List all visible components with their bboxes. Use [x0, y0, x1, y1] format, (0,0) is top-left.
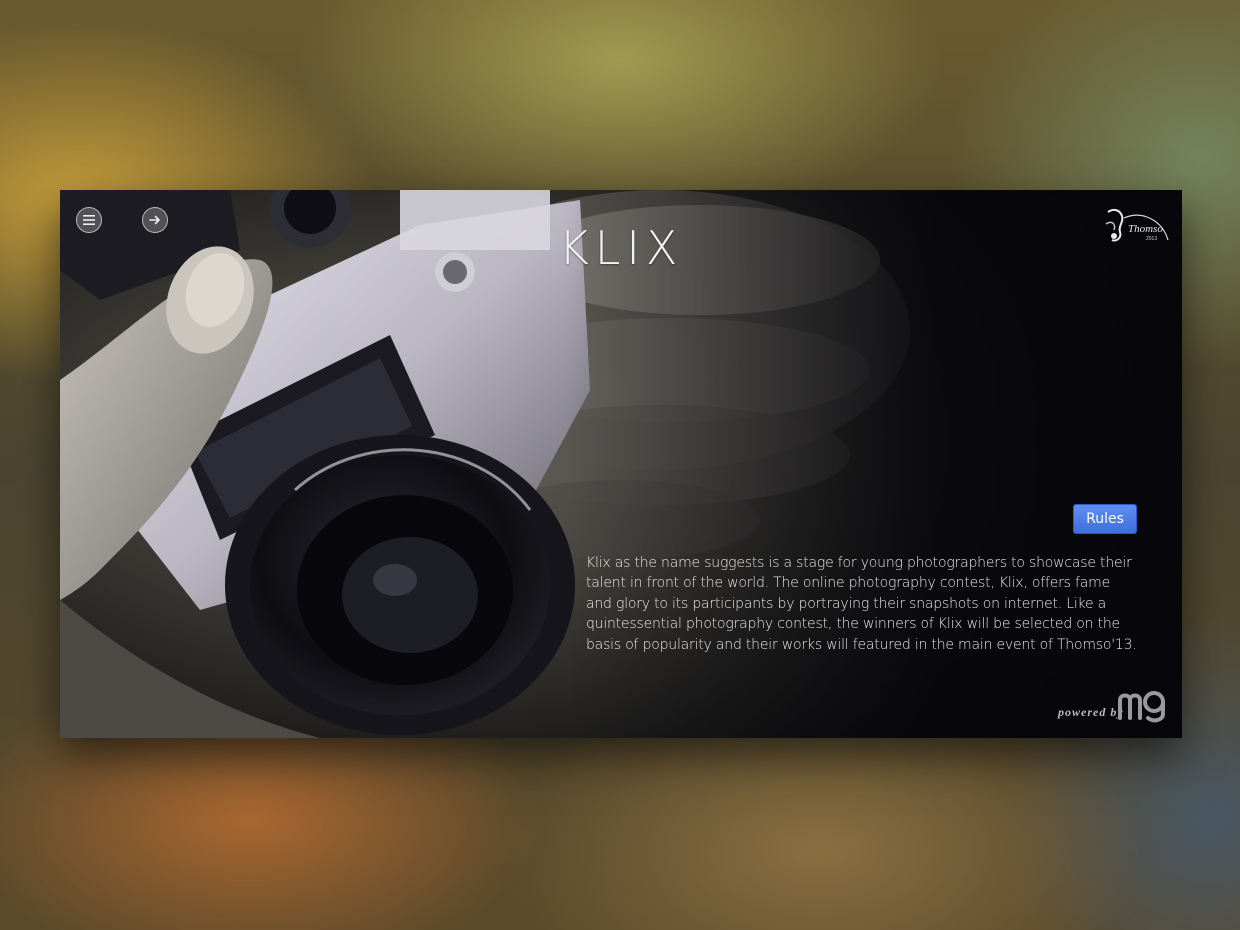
powered-by-badge[interactable]: powered by [1058, 690, 1168, 730]
thomso-logo[interactable]: Thomso 2013 [1102, 206, 1172, 250]
rules-button[interactable]: Rules [1073, 504, 1137, 534]
sponsor-logo-icon [1118, 691, 1165, 723]
klix-banner: KLIX Thomso 2013 Rules Klix as the name … [60, 190, 1182, 738]
powered-by-label: powered by [1058, 705, 1124, 719]
event-description: Klix as the name suggests is a stage for… [586, 555, 1137, 653]
logo-name: Thomso [1128, 223, 1163, 235]
logo-year: 2013 [1146, 236, 1158, 242]
page-title: KLIX [558, 221, 684, 275]
